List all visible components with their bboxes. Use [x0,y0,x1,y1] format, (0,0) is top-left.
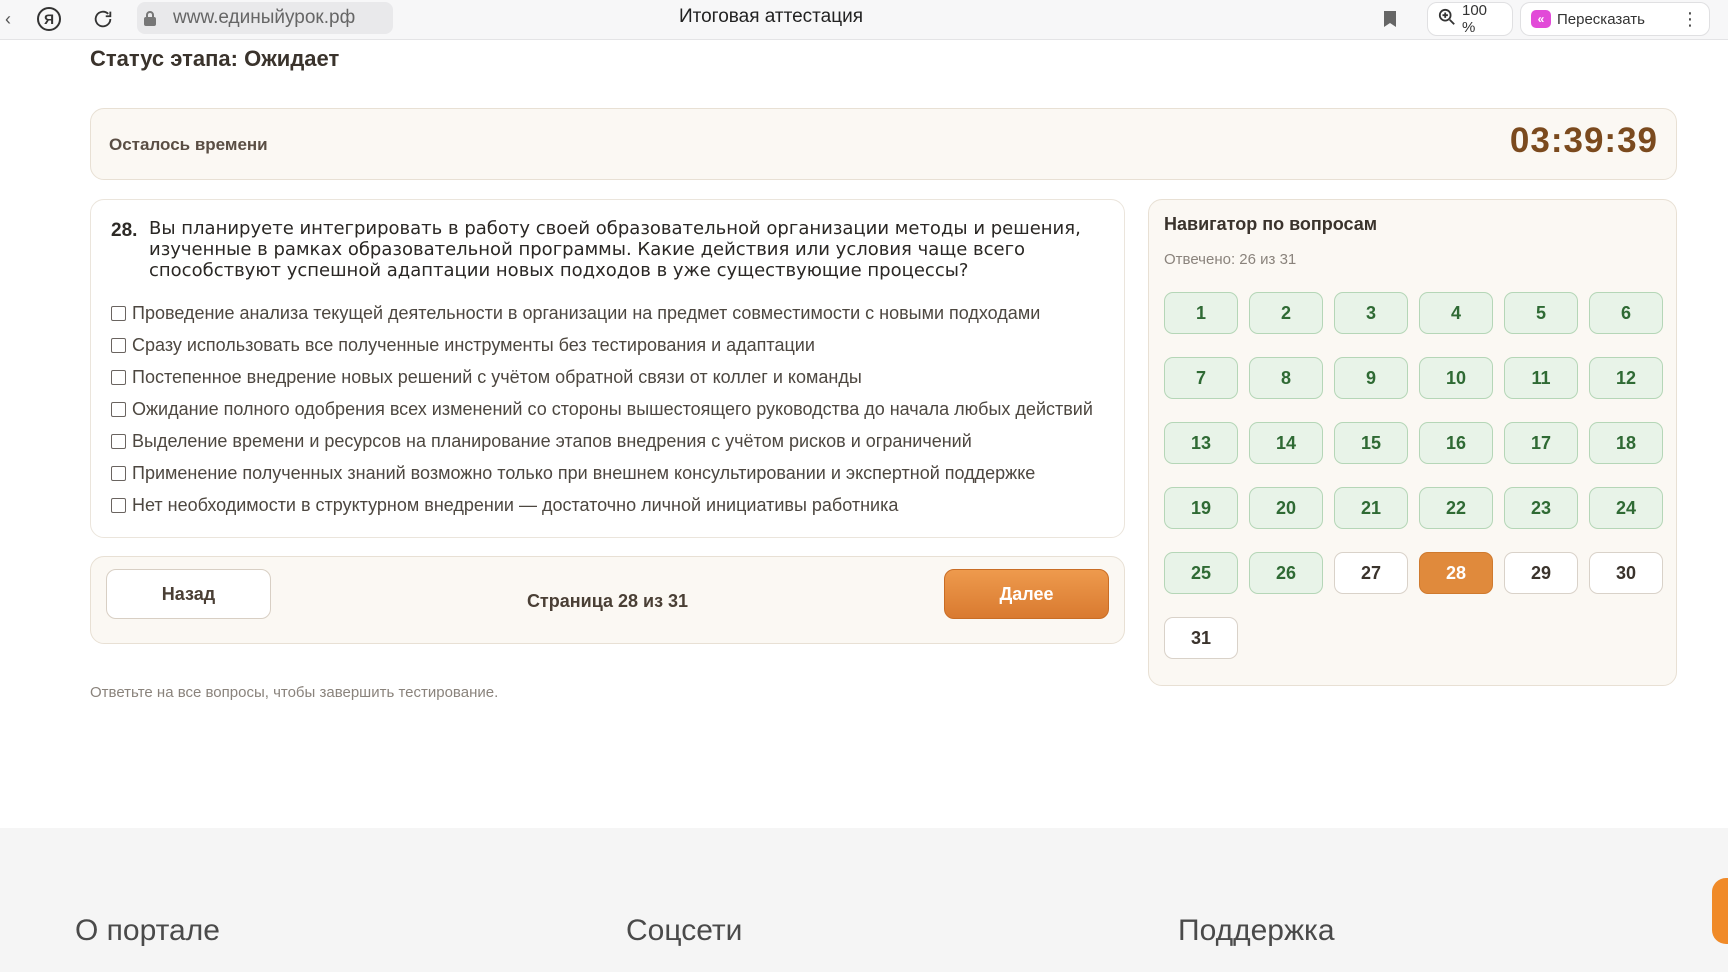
retell-icon: « [1531,10,1551,28]
timer-label: Осталось времени [109,135,268,154]
footer-support-heading: Поддержка [1178,914,1335,947]
question-nav-button-31[interactable]: 31 [1164,617,1238,659]
bookmark-icon[interactable] [1378,4,1402,34]
question-nav-button-24[interactable]: 24 [1589,487,1663,529]
navigator-title: Навигатор по вопросам [1164,214,1378,234]
yandex-logo-icon[interactable]: Я [36,4,62,34]
zoom-level: 100 % [1462,2,1488,36]
question-nav-button-26[interactable]: 26 [1249,552,1323,594]
question-nav-button-12[interactable]: 12 [1589,357,1663,399]
option-label: Нет необходимости в структурном внедрени… [132,494,899,515]
question-nav-button-8[interactable]: 8 [1249,357,1323,399]
address-bar[interactable]: www.единыйурок.рф [137,2,393,34]
answer-options: Проведение анализа текущей деятельности … [111,297,1111,521]
checkbox[interactable] [111,497,126,513]
question-navigator: Навигатор по вопросам Отвечено: 26 из 31… [1148,199,1677,686]
reload-icon[interactable] [90,4,116,34]
tab-title: Итоговая аттестация [678,6,864,27]
answer-option[interactable]: Проведение анализа текущей деятельности … [111,297,1111,329]
option-label: Применение полученных знаний возможно то… [132,462,1036,483]
timer-value: 03:39:39 [1509,121,1658,160]
question-nav-button-20[interactable]: 20 [1249,487,1323,529]
question-grid: 1 2 3 4 5 6 7 8 9 10 11 12 13 14 15 16 17 18 19 20 21 22 23 24 2… [1164,292,1663,659]
question-nav-button-19[interactable]: 19 [1164,487,1238,529]
next-button[interactable]: Далее [944,569,1109,619]
question-nav-button-7[interactable]: 7 [1164,357,1238,399]
question-nav-button-21[interactable]: 21 [1334,487,1408,529]
question-nav-button-15[interactable]: 15 [1334,422,1408,464]
question-nav-button-2[interactable]: 2 [1249,292,1323,334]
menu-dots-icon[interactable]: ⋮ [1681,9,1699,30]
question-nav-button-4[interactable]: 4 [1419,292,1493,334]
retell-button[interactable]: « Пересказать ⋮ [1520,2,1710,36]
option-label: Постепенное внедрение новых решений с уч… [132,366,862,387]
question-nav-button-30[interactable]: 30 [1589,552,1663,594]
answer-option[interactable]: Нет необходимости в структурном внедрени… [111,489,1111,521]
option-label: Сразу использовать все полученные инстру… [132,334,815,355]
question-nav-button-9[interactable]: 9 [1334,357,1408,399]
footer-about-heading: О портале [75,914,220,947]
timer-card: Осталось времени 03:39:39 [90,108,1677,180]
question-nav-button-13[interactable]: 13 [1164,422,1238,464]
option-label: Выделение времени и ресурсов на планиров… [132,430,972,451]
question-nav-button-23[interactable]: 23 [1504,487,1578,529]
footer-social-heading: Соцсети [626,914,743,947]
answer-option[interactable]: Сразу использовать все полученные инстру… [111,329,1111,361]
url-text: www.единыйурок.рф [173,7,356,28]
question-nav-button-29[interactable]: 29 [1504,552,1578,594]
question-nav-button-17[interactable]: 17 [1504,422,1578,464]
zoom-button[interactable]: 100 % [1427,2,1513,36]
question-nav-button-28[interactable]: 28 [1419,552,1493,594]
checkbox[interactable] [111,433,126,449]
question-nav-button-18[interactable]: 18 [1589,422,1663,464]
question-nav-button-11[interactable]: 11 [1504,357,1578,399]
answered-count: Отвечено: 26 из 31 [1164,251,1297,268]
checkbox[interactable] [111,369,126,385]
footer: О портале Соцсети Поддержка [0,828,1728,972]
retell-label: Пересказать [1557,10,1645,28]
checkbox[interactable] [111,465,126,481]
question-nav-button-3[interactable]: 3 [1334,292,1408,334]
floating-widget-tab[interactable] [1712,878,1728,944]
option-label: Ожидание полного одобрения всех изменени… [132,398,1093,419]
answer-option[interactable]: Постепенное внедрение новых решений с уч… [111,361,1111,393]
zoom-icon [1438,8,1456,30]
option-label: Проведение анализа текущей деятельности … [132,302,1041,323]
question-nav-button-27[interactable]: 27 [1334,552,1408,594]
question-card: 28. Вы планируете интегрировать в работу… [90,199,1125,538]
question-nav-button-6[interactable]: 6 [1589,292,1663,334]
checkbox[interactable] [111,305,126,321]
answer-option[interactable]: Ожидание полного одобрения всех изменени… [111,393,1111,425]
browser-toolbar: ‹ Я www.единыйурок.рф Итоговая аттестаци… [0,0,1728,40]
lock-icon [137,10,163,26]
question-nav-button-25[interactable]: 25 [1164,552,1238,594]
answer-option[interactable]: Выделение времени и ресурсов на планиров… [111,425,1111,457]
question-nav-button-10[interactable]: 10 [1419,357,1493,399]
answer-option[interactable]: Применение полученных знаний возможно то… [111,457,1111,489]
pager-bar: Назад Страница 28 из 31 Далее [90,556,1125,644]
question-nav-button-16[interactable]: 16 [1419,422,1493,464]
stage-status: Статус этапа: Ожидает [90,46,340,71]
question-nav-button-22[interactable]: 22 [1419,487,1493,529]
back-arrow-icon[interactable]: ‹ [0,4,16,34]
question-nav-button-14[interactable]: 14 [1249,422,1323,464]
question-nav-button-5[interactable]: 5 [1504,292,1578,334]
question-number: 28. [111,220,138,241]
completion-hint: Ответьте на все вопросы, чтобы завершить… [90,684,499,701]
checkbox[interactable] [111,337,126,353]
question-text: Вы планируете интегрировать в работу сво… [149,218,1081,281]
checkbox[interactable] [111,401,126,417]
question-nav-button-1[interactable]: 1 [1164,292,1238,334]
